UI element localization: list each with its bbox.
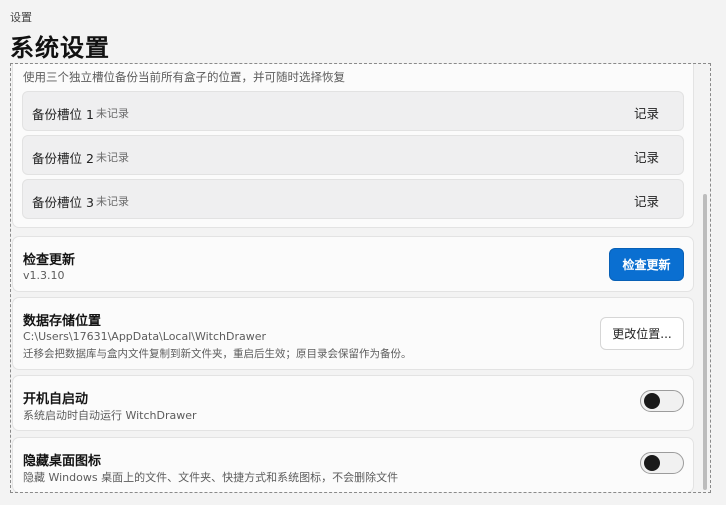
slot-name: 备份槽位 1 [32, 107, 94, 122]
autostart-toggle[interactable] [640, 390, 684, 412]
autostart-title: 开机自启动 [23, 392, 89, 407]
hide-icons-toggle[interactable] [640, 452, 684, 474]
toggle-knob [644, 393, 660, 409]
check-update-card: 检查更新 v1.3.10 检查更新 [12, 236, 694, 292]
backup-card: 使用三个独立槽位备份当前所有盒子的位置，并可随时选择恢复 备份槽位 1 未记录 … [12, 64, 694, 228]
slot-status: 未记录 [96, 151, 129, 164]
backup-slot-2: 备份槽位 2 未记录 记录 [22, 135, 684, 175]
slot-status: 未记录 [96, 107, 129, 120]
backup-slot-1: 备份槽位 1 未记录 记录 [22, 91, 684, 131]
check-update-button[interactable]: 检查更新 [609, 248, 684, 281]
record-button-2[interactable]: 记录 [634, 147, 659, 166]
vertical-scrollbar[interactable] [703, 194, 707, 490]
record-button-1[interactable]: 记录 [634, 103, 659, 122]
record-button-3[interactable]: 记录 [634, 191, 659, 210]
version-label: v1.3.10 [23, 269, 65, 282]
hide-icons-description: 隐藏 Windows 桌面上的文件、文件夹、快捷方式和系统图标，不会删除文件 [23, 471, 399, 484]
slot-name: 备份槽位 3 [32, 195, 94, 210]
autostart-description: 系统启动时自动运行 WitchDrawer [23, 409, 197, 422]
autostart-card: 开机自启动 系统启动时自动运行 WitchDrawer [12, 375, 694, 431]
hide-icons-title: 隐藏桌面图标 [23, 454, 102, 469]
toggle-knob [644, 455, 660, 471]
backup-description: 使用三个独立槽位备份当前所有盒子的位置，并可随时选择恢复 [23, 70, 345, 84]
storage-location-card: 数据存储位置 C:\Users\17631\AppData\Local\Witc… [12, 297, 694, 370]
storage-title: 数据存储位置 [23, 314, 102, 329]
slot-status: 未记录 [96, 195, 129, 208]
storage-note: 迁移会把数据库与盒内文件复制到新文件夹，重启后生效；原目录会保留作为备份。 [23, 348, 412, 360]
page-title: 系统设置 [10, 34, 110, 62]
slot-name: 备份槽位 2 [32, 151, 94, 166]
settings-scroll-region[interactable]: 使用三个独立槽位备份当前所有盒子的位置，并可随时选择恢复 备份槽位 1 未记录 … [10, 63, 711, 493]
change-location-button[interactable]: 更改位置... [600, 317, 684, 350]
hide-desktop-icons-card: 隐藏桌面图标 隐藏 Windows 桌面上的文件、文件夹、快捷方式和系统图标，不… [12, 437, 694, 492]
storage-path: C:\Users\17631\AppData\Local\WitchDrawer [23, 330, 267, 343]
check-update-title: 检查更新 [23, 253, 76, 268]
backup-slot-3: 备份槽位 3 未记录 记录 [22, 179, 684, 219]
breadcrumb: 设置 [10, 11, 32, 24]
